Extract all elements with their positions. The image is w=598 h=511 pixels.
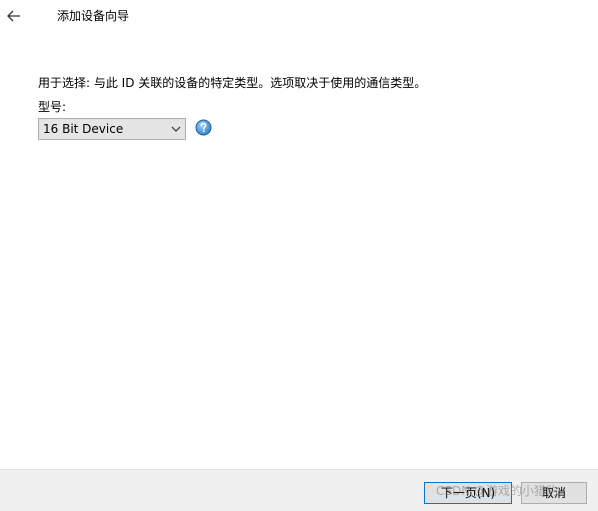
- model-dropdown-value: 16 Bit Device: [43, 122, 124, 136]
- help-icon: [195, 119, 212, 136]
- cancel-button[interactable]: 取消: [521, 482, 587, 504]
- back-button[interactable]: [4, 6, 24, 26]
- help-button[interactable]: [195, 119, 212, 136]
- chevron-down-icon: [171, 126, 181, 132]
- arrow-left-icon: [7, 10, 20, 22]
- next-button[interactable]: 下一页(N): [424, 482, 512, 504]
- model-dropdown[interactable]: 16 Bit Device: [38, 118, 186, 140]
- wizard-window: 添加设备向导 用于选择: 与此 ID 关联的设备的特定类型。选项取决于使用的通信…: [0, 0, 598, 511]
- title-bar: 添加设备向导: [0, 0, 598, 34]
- window-title: 添加设备向导: [57, 9, 130, 23]
- model-label: 型号:: [38, 100, 67, 114]
- description-text: 用于选择: 与此 ID 关联的设备的特定类型。选项取决于使用的通信类型。: [38, 76, 427, 90]
- footer-bar: 下一页(N) 取消: [0, 469, 598, 511]
